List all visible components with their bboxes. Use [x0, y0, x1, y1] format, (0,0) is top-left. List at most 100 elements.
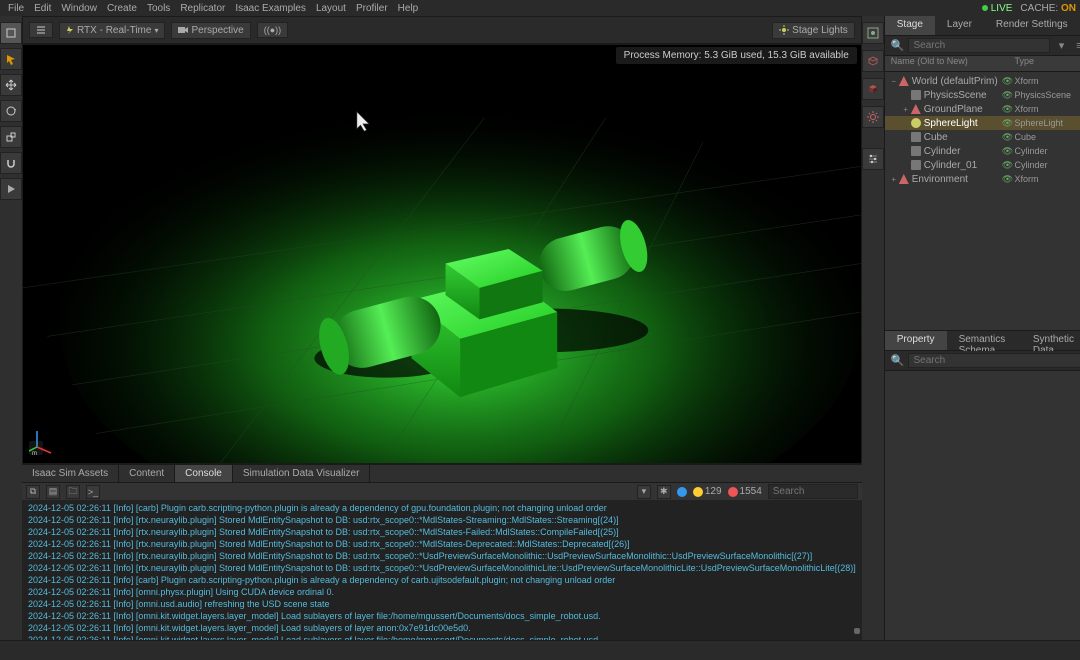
error-count[interactable]: 1554: [728, 486, 762, 497]
property-body: [885, 371, 1080, 640]
stage-search-bar: 🔍 ▾ ≡: [885, 36, 1080, 56]
audio-icon: ((●)): [264, 25, 281, 35]
visibility-toggle[interactable]: 👁: [1000, 104, 1014, 115]
tab-console[interactable]: Console: [175, 465, 233, 482]
property-tab-bar: Property Semantics Schema Editor Synthet…: [885, 331, 1080, 351]
tree-item-label: PhysicsScene: [924, 90, 987, 101]
stage-filter-button[interactable]: ▾: [1054, 39, 1068, 53]
console-line: 2024-12-05 02:26:11 [Info] [carb] Plugin…: [28, 574, 856, 586]
axis-gizmo[interactable]: m: [29, 417, 69, 457]
tool-rotate[interactable]: [0, 100, 22, 122]
hamburger-icon: [36, 25, 46, 35]
tool-scale[interactable]: [0, 126, 22, 148]
menu-create[interactable]: Create: [103, 2, 141, 15]
console-folder-button[interactable]: 🗀: [66, 485, 80, 499]
stage-tree[interactable]: −World (defaultPrim)👁XformPhysicsScene👁P…: [885, 72, 1080, 330]
tab-stage[interactable]: Stage: [885, 16, 935, 35]
tab-sim-data-visualizer[interactable]: Simulation Data Visualizer: [233, 465, 371, 482]
live-status[interactable]: LIVE: [982, 3, 1013, 14]
visibility-toggle[interactable]: 👁: [1000, 132, 1014, 143]
wireframe-button[interactable]: [862, 50, 884, 72]
console-line: 2024-12-05 02:26:11 [Info] [rtx.neurayli…: [28, 550, 856, 562]
tool-play[interactable]: [0, 178, 22, 200]
visibility-toggle[interactable]: 👁: [1000, 146, 1014, 157]
menu-file[interactable]: File: [4, 2, 28, 15]
menu-profiler[interactable]: Profiler: [352, 2, 392, 15]
tree-item-type: Xform: [1014, 76, 1080, 86]
stage-row-spherelight[interactable]: SphereLight👁SphereLight: [885, 116, 1080, 130]
console-line: 2024-12-05 02:26:11 [Info] [omni.usd.aud…: [28, 598, 856, 610]
menu-isaac-examples[interactable]: Isaac Examples: [231, 2, 310, 15]
auto-scroll-icon[interactable]: ✱: [657, 485, 671, 499]
stage-row-physicsscene[interactable]: PhysicsScene👁PhysicsScene: [885, 88, 1080, 102]
menu-window[interactable]: Window: [57, 2, 101, 15]
stage-col-name[interactable]: Name (Old to New): [885, 56, 1001, 71]
console-scroll-thumb[interactable]: [854, 628, 860, 634]
stage-options-button[interactable]: ≡: [1072, 39, 1080, 53]
vp-audio-button[interactable]: ((●)): [257, 22, 288, 38]
tab-render-settings[interactable]: Render Settings: [984, 16, 1080, 35]
console-line: 2024-12-05 02:26:11 [Info] [omni.kit.wid…: [28, 634, 856, 640]
vp-menu-button[interactable]: [29, 22, 53, 38]
stage-lights-dropdown[interactable]: Stage Lights: [772, 22, 855, 39]
viewport-scene: [23, 45, 861, 464]
stage-row-world-defaultprim-[interactable]: −World (defaultPrim)👁Xform: [885, 74, 1080, 88]
menu-replicator[interactable]: Replicator: [176, 2, 229, 15]
property-search-input[interactable]: [908, 353, 1080, 368]
property-search-bar: 🔍: [885, 351, 1080, 371]
sliders-button[interactable]: [862, 148, 884, 170]
tab-isaac-assets[interactable]: Isaac Sim Assets: [22, 465, 119, 482]
bolt-icon: [66, 26, 74, 34]
tree-toggle[interactable]: −: [889, 77, 899, 86]
visibility-toggle[interactable]: 👁: [1000, 118, 1014, 129]
visibility-toggle[interactable]: 👁: [1000, 76, 1014, 87]
tool-move[interactable]: [0, 74, 22, 96]
cache-status[interactable]: CACHE: ON: [1020, 3, 1076, 14]
console-prompt-button[interactable]: >_: [86, 485, 100, 499]
filter-icon[interactable]: ▾: [637, 485, 651, 499]
tree-item-type: Cylinder: [1014, 146, 1080, 156]
tab-property[interactable]: Property: [885, 331, 947, 350]
tab-layer[interactable]: Layer: [935, 16, 984, 35]
console-search-input[interactable]: [768, 484, 858, 499]
console-copy-button[interactable]: ⧉: [26, 485, 40, 499]
shaded-button[interactable]: [862, 78, 884, 100]
info-toggle[interactable]: [677, 487, 687, 497]
tree-toggle[interactable]: +: [901, 105, 911, 114]
warning-count[interactable]: 129: [693, 486, 722, 497]
console-output[interactable]: 2024-12-05 02:26:11 [Info] [carb] Plugin…: [22, 500, 862, 640]
tool-select[interactable]: [0, 22, 22, 44]
menu-edit[interactable]: Edit: [30, 2, 55, 15]
console-input-button[interactable]: ▤: [46, 485, 60, 499]
menu-layout[interactable]: Layout: [312, 2, 350, 15]
visibility-toggle[interactable]: 👁: [1000, 160, 1014, 171]
tab-synthetic-data[interactable]: Synthetic Data Recorder: [1021, 331, 1080, 350]
search-icon: 🔍: [891, 39, 905, 52]
stage-col-type[interactable]: Type: [1014, 56, 1080, 71]
menu-bar: File Edit Window Create Tools Replicator…: [0, 0, 1080, 16]
settings-button[interactable]: [862, 106, 884, 128]
tab-content[interactable]: Content: [119, 465, 175, 482]
render-mode-dropdown[interactable]: RTX - Real-Time ▾: [59, 22, 165, 39]
visibility-toggle[interactable]: 👁: [1000, 90, 1014, 101]
stage-search-input[interactable]: [908, 38, 1050, 53]
tree-item-type: Cube: [1014, 132, 1080, 142]
tree-toggle[interactable]: +: [889, 175, 899, 184]
tab-semantics[interactable]: Semantics Schema Editor: [947, 331, 1021, 350]
stage-row-cube[interactable]: Cube👁Cube: [885, 130, 1080, 144]
menu-tools[interactable]: Tools: [143, 2, 174, 15]
viewport[interactable]: Process Memory: 5.3 GiB used, 15.3 GiB a…: [22, 44, 862, 464]
console-toolbar: ⧉ ▤ 🗀 >_ ▾ ✱ 129 1554: [22, 482, 862, 500]
frame-selection-button[interactable]: [862, 22, 884, 44]
menu-help[interactable]: Help: [394, 2, 423, 15]
stage-row-cylinder[interactable]: Cylinder👁Cylinder: [885, 144, 1080, 158]
tool-pointer[interactable]: [0, 48, 22, 70]
info-dot-icon: [677, 487, 687, 497]
camera-dropdown[interactable]: Perspective: [171, 22, 250, 39]
stage-row-groundplane[interactable]: +GroundPlane👁Xform: [885, 102, 1080, 116]
tool-snap[interactable]: [0, 152, 22, 174]
visibility-toggle[interactable]: 👁: [1000, 174, 1014, 185]
stage-row-cylinder-01[interactable]: Cylinder_01👁Cylinder: [885, 158, 1080, 172]
stage-row-environment[interactable]: +Environment👁Xform: [885, 172, 1080, 186]
chevron-down-icon: ▾: [154, 26, 158, 35]
